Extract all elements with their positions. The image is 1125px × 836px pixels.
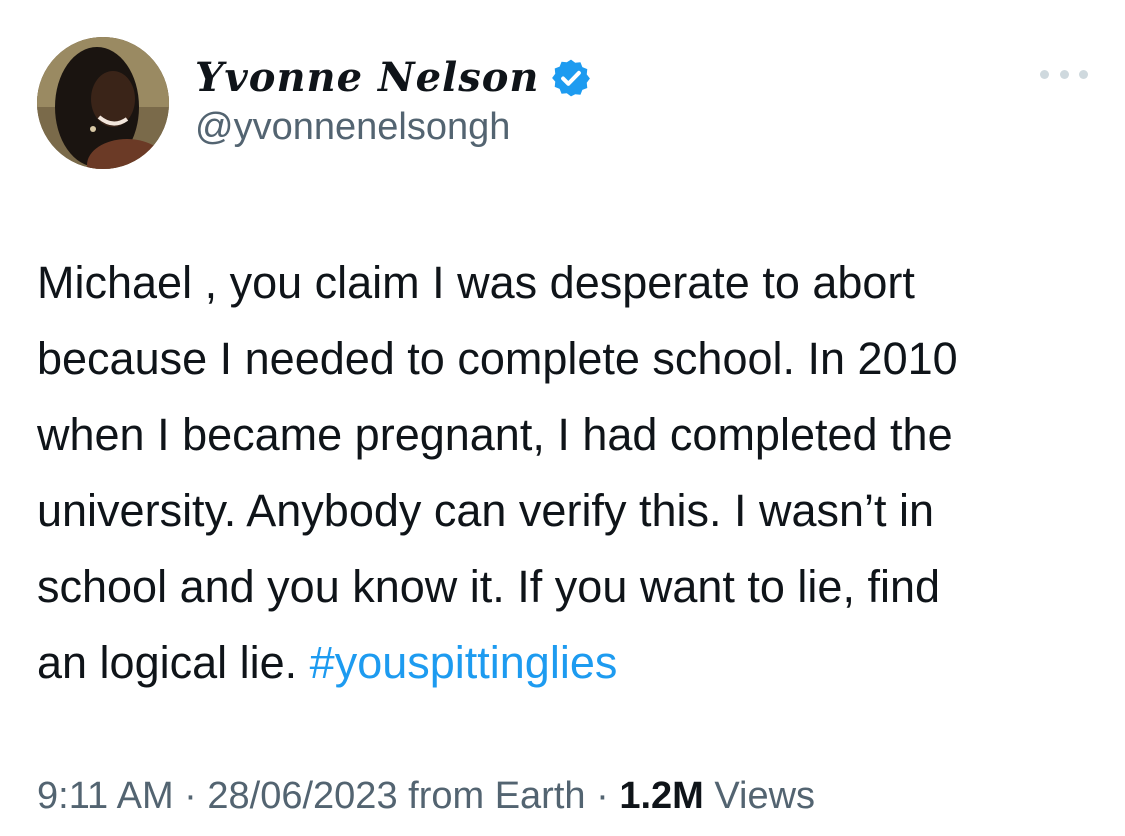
display-name-row[interactable]: Yvonne Nelson [195,50,592,106]
verified-badge-icon [550,57,592,99]
user-handle[interactable]: @yvonnenelsongh [195,108,510,146]
profile-photo [37,37,169,169]
tweet-meta: 9:11 AM · 28/06/2023 from Earth · 1.2M V… [37,770,815,822]
views-count[interactable]: 1.2M [619,775,703,817]
meta-separator: · [184,775,197,817]
tweet-text: Michael , you claim I was desperate to a… [37,245,1097,701]
meta-separator: · [596,775,609,817]
views-label: Views [714,775,816,817]
tweet-source: from Earth [408,775,586,817]
tweet-text-last-line: an logical lie. #youspittinglies [37,625,1097,701]
tweet-text-line: because I needed to complete school. In … [37,333,958,384]
tweet-time[interactable]: 9:11 AM [37,775,174,817]
more-options-icon[interactable] [1040,60,1088,88]
hashtag-link[interactable]: #youspittinglies [310,637,618,688]
tweet-card: Yvonne Nelson @yvonnenelsongh Michael , … [0,0,1125,836]
tweet-text-line: university. Anybody can verify this. I w… [37,485,935,536]
tweet-date[interactable]: 28/06/2023 [207,775,397,817]
avatar[interactable] [37,37,169,169]
tweet-text-line: school and you know it. If you want to l… [37,561,941,612]
tweet-text-line: Michael , you claim I was desperate to a… [37,257,915,308]
display-name[interactable]: Yvonne Nelson [195,58,540,98]
tweet-text-fragment: an logical lie. [37,637,298,688]
tweet-text-line: when I became pregnant, I had completed … [37,409,953,460]
